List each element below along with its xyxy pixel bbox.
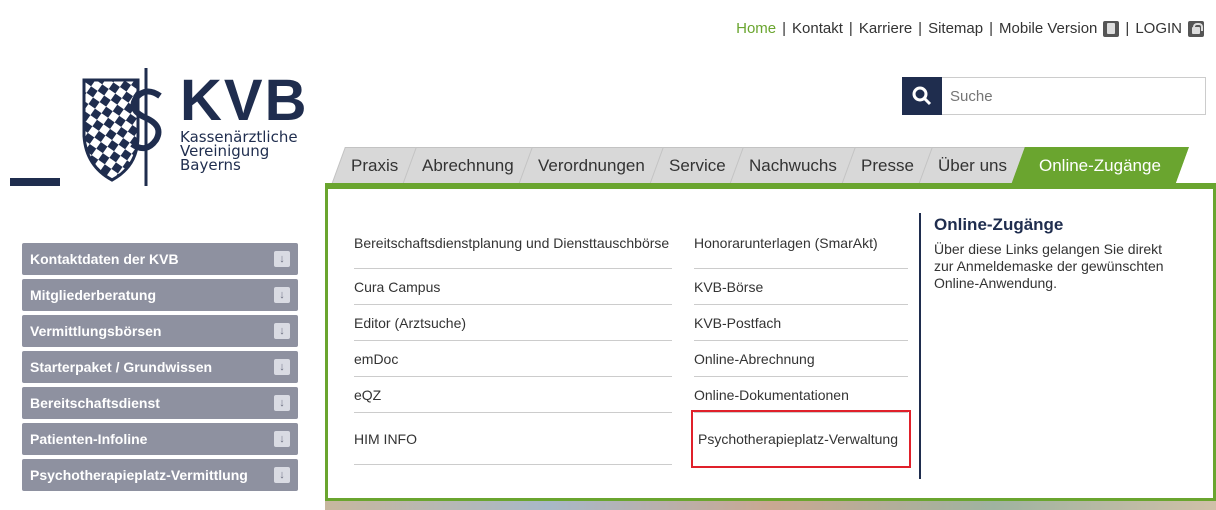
link-him-info[interactable]: HIM INFO (354, 413, 672, 465)
mobile-phone-icon[interactable] (1103, 20, 1120, 37)
home-link[interactable]: Home (736, 20, 776, 37)
link-editor-arztsuche[interactable]: Editor (Arztsuche) (354, 305, 672, 341)
tab-label: Presse (861, 156, 915, 175)
tab-online-zugaenge[interactable]: Online-Zugänge (1011, 147, 1190, 185)
background-image-strip (325, 501, 1216, 510)
sidebar-item-kontaktdaten[interactable]: Kontaktdaten der KVB ↓ (22, 243, 298, 275)
main-nav-tabs: Praxis Abrechnung Verordnungen Service N… (331, 147, 1190, 185)
sidebar-item-label: Psychotherapieplatz-Vermittlung (30, 467, 248, 483)
karriere-link[interactable]: Karriere (859, 20, 912, 37)
arrow-down-icon: ↓ (274, 251, 290, 267)
link-bereitschaftsdienstplanung[interactable]: Bereitschaftsdienstplanung und Diensttau… (354, 217, 672, 269)
arrow-down-icon: ↓ (274, 395, 290, 411)
link-eqz[interactable]: eQZ (354, 377, 672, 413)
sidebar-item-label: Kontaktdaten der KVB (30, 251, 179, 267)
link-cura-campus[interactable]: Cura Campus (354, 269, 672, 305)
sidebar-item-label: Mitgliederberatung (30, 287, 157, 303)
link-emdoc[interactable]: emDoc (354, 341, 672, 377)
sidebar-item-label: Bereitschaftsdienst (30, 395, 160, 411)
tab-label: Abrechnung (422, 156, 514, 175)
arrow-down-icon: ↓ (274, 431, 290, 447)
tab-nachwuchs[interactable]: Nachwuchs (729, 147, 858, 185)
link-kvb-postfach[interactable]: KVB-Postfach (694, 305, 908, 341)
tab-label: Online-Zugänge (1039, 156, 1162, 175)
tab-label: Praxis (351, 156, 399, 175)
top-utility-nav: Home | Kontakt | Karriere | Sitemap | Mo… (736, 20, 1204, 37)
separator: | (989, 20, 994, 37)
tab-verordnungen[interactable]: Verordnungen (518, 147, 665, 185)
logo-line-3: Bayerns (180, 156, 241, 174)
sidebar-item-label: Vermittlungsbörsen (30, 323, 162, 339)
login-link[interactable]: LOGIN (1135, 20, 1182, 37)
link-psychotherapieplatz-verwaltung[interactable]: Psychotherapieplatz-Verwaltung (691, 410, 911, 468)
separator: | (1125, 20, 1130, 37)
separator: | (848, 20, 853, 37)
link-column-2: Honorarunterlagen (SmarAkt) KVB-Börse KV… (691, 217, 911, 468)
link-kvb-boerse[interactable]: KVB-Börse (694, 269, 908, 305)
tab-label: Nachwuchs (749, 156, 838, 175)
info-text: Über diese Links gelangen Sie direkt zur… (934, 241, 1164, 291)
link-online-abrechnung[interactable]: Online-Abrechnung (694, 341, 908, 377)
tab-abrechnung[interactable]: Abrechnung (402, 147, 534, 185)
logo-text: KVB Kassenärztliche Vereinigung Bayerns (180, 68, 309, 174)
arrow-down-icon: ↓ (274, 287, 290, 303)
online-zugaenge-dropdown: Bereitschaftsdienstplanung und Diensttau… (325, 183, 1216, 501)
logo-accent-bar (10, 178, 60, 186)
sidebar-item-bereitschaftsdienst[interactable]: Bereitschaftsdienst ↓ (22, 387, 298, 419)
search-button[interactable] (902, 77, 942, 115)
lock-icon[interactable] (1188, 20, 1204, 37)
search-input[interactable] (942, 77, 1206, 115)
bavarian-shield-icon (82, 68, 162, 186)
search-icon (912, 86, 932, 106)
link-online-dokumentationen[interactable]: Online-Dokumentationen (694, 377, 908, 413)
tab-label: Über uns (938, 156, 1008, 175)
kontakt-link[interactable]: Kontakt (792, 20, 843, 37)
sidebar-item-psychotherapieplatz-vermittlung[interactable]: Psychotherapieplatz-Vermittlung ↓ (22, 459, 298, 491)
logo-wordmark: KVB (180, 68, 309, 133)
link-honorarunterlagen[interactable]: Honorarunterlagen (SmarAkt) (694, 217, 908, 269)
arrow-down-icon: ↓ (274, 323, 290, 339)
sidebar-item-vermittlungsboersen[interactable]: Vermittlungsbörsen ↓ (22, 315, 298, 347)
sidebar-item-label: Patienten-Infoline (30, 431, 148, 447)
tab-ueber-uns[interactable]: Über uns (918, 147, 1028, 185)
arrow-down-icon: ↓ (274, 359, 290, 375)
sitemap-link[interactable]: Sitemap (928, 20, 983, 37)
mobile-version-link[interactable]: Mobile Version (999, 20, 1097, 37)
column-divider (919, 213, 921, 479)
sidebar-item-label: Starterpaket / Grundwissen (30, 359, 213, 375)
sidebar: Kontaktdaten der KVB ↓ Mitgliederberatun… (22, 243, 298, 495)
separator: | (782, 20, 787, 37)
kvb-logo[interactable]: KVB Kassenärztliche Vereinigung Bayerns (76, 66, 316, 196)
sidebar-item-patienten-infoline[interactable]: Patienten-Infoline ↓ (22, 423, 298, 455)
tab-label: Verordnungen (537, 156, 645, 175)
tab-label: Service (668, 156, 726, 175)
info-title: Online-Zugänge (934, 215, 1064, 234)
separator: | (918, 20, 923, 37)
sidebar-item-starterpaket[interactable]: Starterpaket / Grundwissen ↓ (22, 351, 298, 383)
link-column-1: Bereitschaftsdienstplanung und Diensttau… (354, 217, 672, 465)
sidebar-item-mitgliederberatung[interactable]: Mitgliederberatung ↓ (22, 279, 298, 311)
search-box (902, 77, 1206, 115)
info-box: Online-Zugänge Über diese Links gelangen… (934, 215, 1184, 292)
arrow-down-icon: ↓ (274, 467, 290, 483)
